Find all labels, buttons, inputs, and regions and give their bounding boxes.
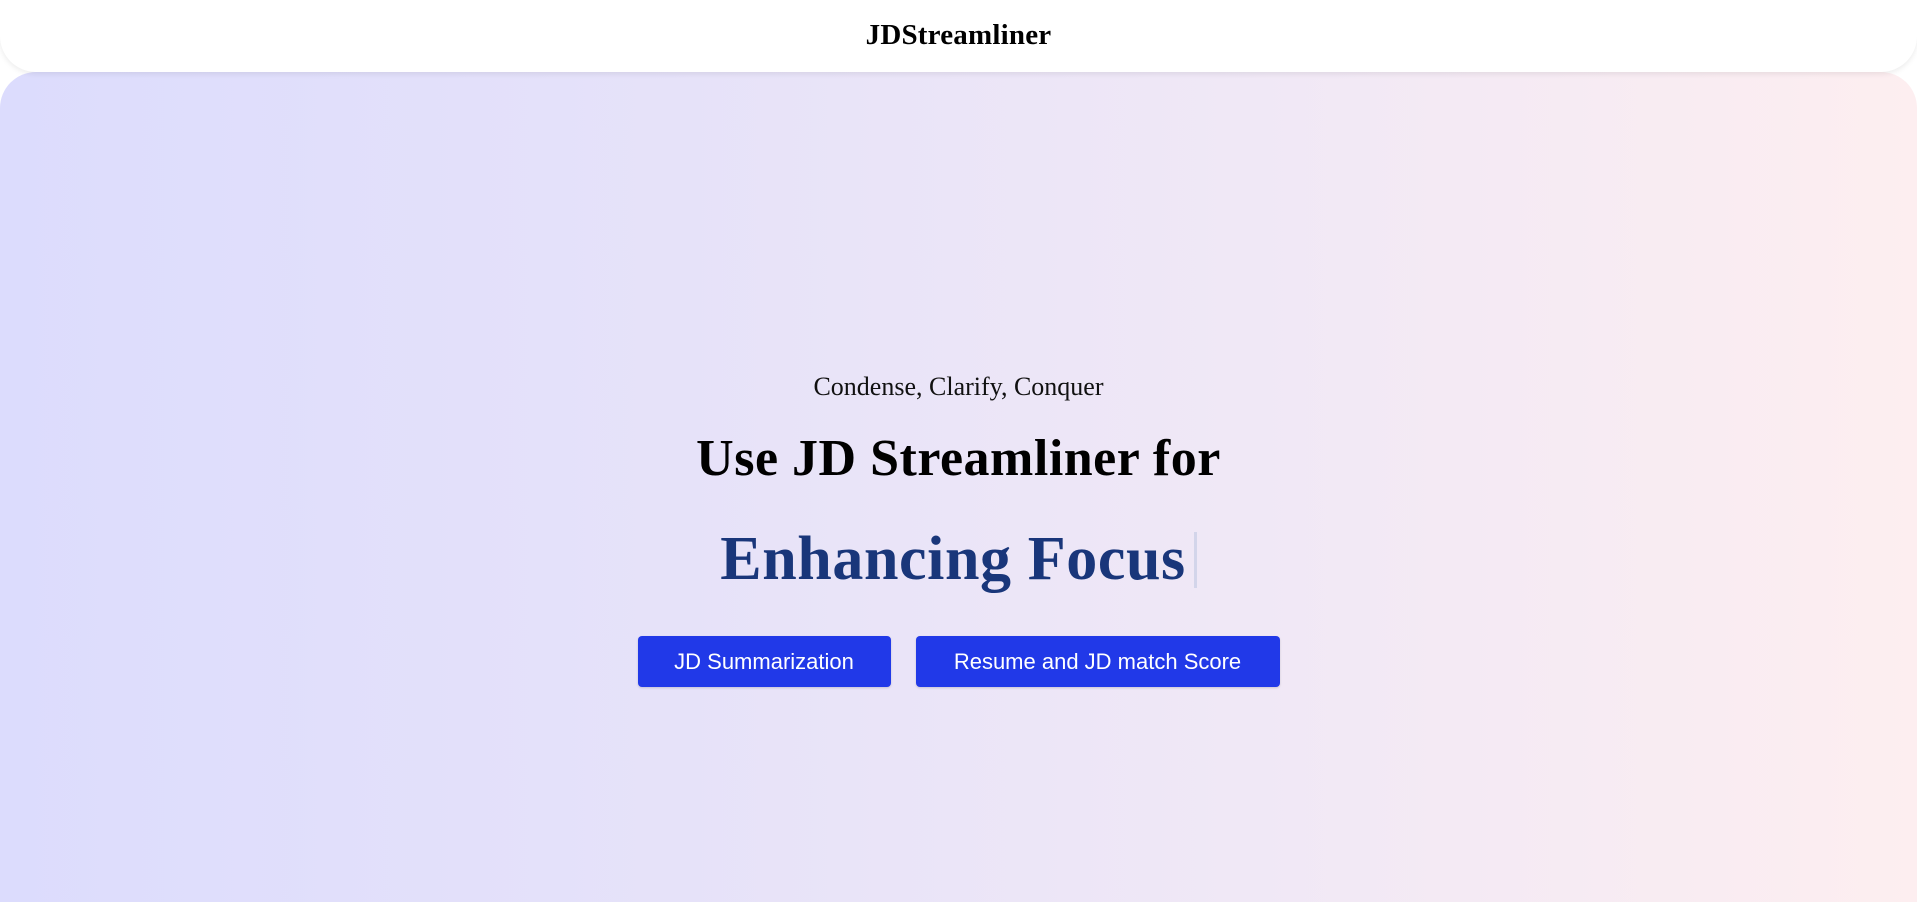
- hero-headline: Use JD Streamliner for: [696, 430, 1221, 487]
- resume-jd-match-button[interactable]: Resume and JD match Score: [915, 636, 1280, 687]
- typing-text: Enhancing Focus: [720, 525, 1186, 593]
- typing-caret: [1193, 531, 1197, 588]
- jd-summarization-button[interactable]: JD Summarization: [637, 636, 891, 687]
- action-buttons: JD Summarization Resume and JD match Sco…: [0, 636, 1917, 687]
- hero-section: Condense, Clarify, Conquer Use JD Stream…: [0, 72, 1917, 902]
- top-navbar: JDStreamliner: [0, 0, 1917, 72]
- typing-line: Enhancing Focus: [0, 524, 1917, 595]
- hero-tagline: Condense, Clarify, Conquer: [813, 372, 1104, 401]
- brand-title[interactable]: JDStreamliner: [866, 19, 1052, 52]
